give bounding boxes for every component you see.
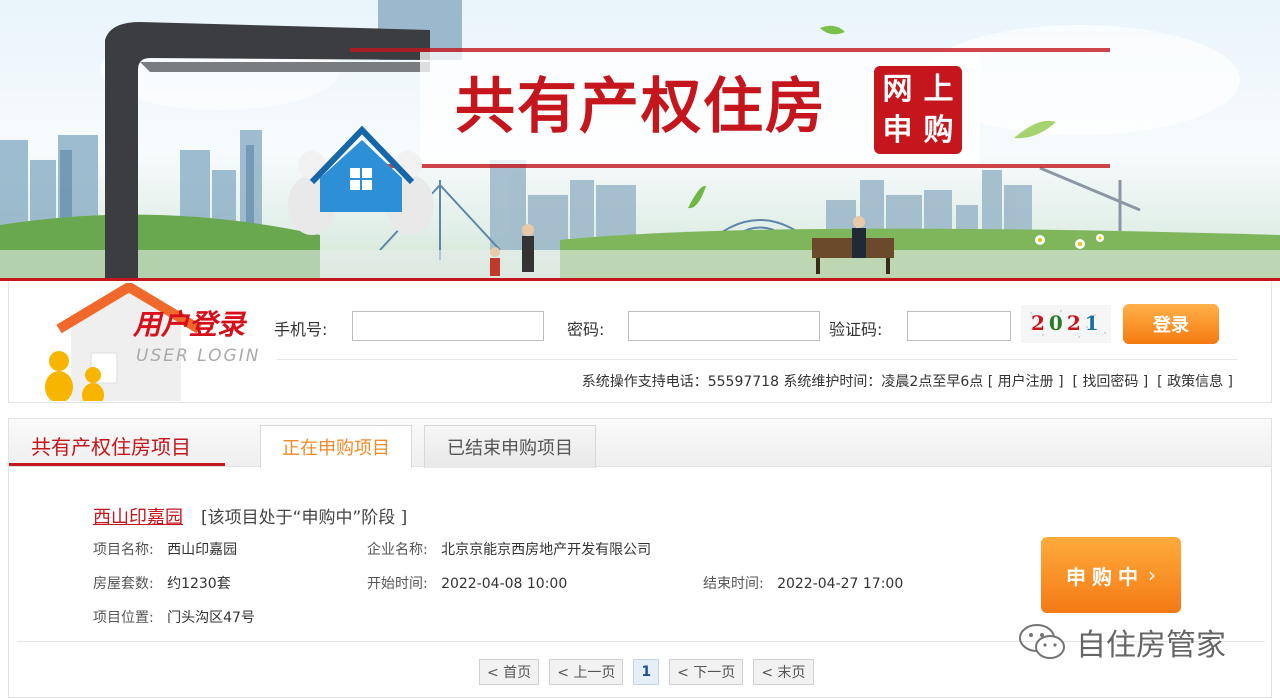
- page-next-button[interactable]: < 下一页: [669, 659, 744, 685]
- badge-char: 上: [923, 71, 954, 107]
- field-label: 项目位置:: [93, 610, 154, 626]
- page-prev-button[interactable]: < 上一页: [549, 659, 624, 685]
- field-value: 门头沟区47号: [167, 610, 255, 626]
- project-tabbar: 共有产权住房项目 正在申购项目 已结束申购项目: [9, 419, 1271, 468]
- app-root: 共有产权住房 网 上 申 购 用户登录 USER LOGIN 手机号: 密码:: [0, 0, 1280, 698]
- captcha-char: 2: [1031, 311, 1047, 335]
- field-value: 2022-04-08 10:00: [441, 576, 568, 592]
- watermark-text: 自住房管家: [1076, 628, 1226, 663]
- chevron-right-icon: ›: [1148, 563, 1156, 587]
- field-label: 结束时间:: [703, 576, 764, 592]
- header-banner: 共有产权住房 网 上 申 购: [0, 0, 1280, 278]
- badge-char: 申: [882, 112, 913, 148]
- start-time-row: 开始时间: 2022-04-08 10:00: [367, 573, 567, 593]
- field-label: 企业名称:: [367, 542, 428, 558]
- captcha-char: 1: [1084, 311, 1101, 335]
- company-row: 企业名称: 北京京能京西房地产开发有限公司: [367, 539, 651, 559]
- pagination: < 首页 < 上一页 1 < 下一页 < 末页: [479, 659, 814, 685]
- field-label: 开始时间:: [367, 576, 428, 592]
- project-name-row: 项目名称: 西山印嘉园: [93, 539, 237, 559]
- badge-char: 购: [923, 112, 954, 148]
- support-text: 系统操作支持电话：55597718 系统维护时间：凌晨2点至早6点: [581, 374, 984, 390]
- login-logo-title: 用户登录: [133, 308, 246, 341]
- captcha-label: 验证码:: [829, 320, 883, 339]
- register-link[interactable]: [ 用户注册 ]: [988, 374, 1064, 390]
- panel-title: 共有产权住房项目: [31, 435, 191, 459]
- page-current[interactable]: 1: [633, 659, 660, 685]
- password-label: 密码:: [567, 320, 605, 339]
- apply-status-button[interactable]: 申购中 ›: [1041, 537, 1181, 613]
- end-time-row: 结束时间: 2022-04-27 17:00: [703, 573, 903, 593]
- units-row: 房屋套数: 约1230套: [93, 573, 231, 593]
- support-info: 系统操作支持电话：55597718 系统维护时间：凌晨2点至早6点 [ 用户注册…: [582, 371, 1233, 391]
- watermark: 自住房管家: [1018, 620, 1226, 664]
- password-input[interactable]: [628, 311, 820, 341]
- tab-ongoing-projects[interactable]: 正在申购项目: [260, 425, 412, 468]
- badge-char: 网: [882, 71, 913, 107]
- project-name-link[interactable]: 西山印嘉园: [93, 503, 183, 529]
- tab-ended-projects[interactable]: 已结束申购项目: [424, 425, 596, 468]
- field-label: 房屋套数:: [93, 576, 154, 592]
- phone-input[interactable]: [352, 311, 544, 341]
- login-logo-subtitle: USER LOGIN: [136, 346, 261, 366]
- captcha-char: 0: [1048, 311, 1065, 335]
- captcha-input[interactable]: [907, 311, 1011, 341]
- field-value: 约1230套: [167, 576, 231, 592]
- panel-title-underline: [9, 463, 225, 466]
- banner-title: 共有产权住房: [455, 72, 827, 142]
- user-login-logo: 用户登录 USER LOGIN: [31, 282, 258, 407]
- field-value: 西山印嘉园: [167, 542, 238, 558]
- login-bar: 用户登录 USER LOGIN 手机号: 密码: 验证码: 2 0 2 1 登录…: [8, 281, 1272, 407]
- login-button[interactable]: 登录: [1123, 304, 1219, 344]
- field-label: 项目名称:: [93, 542, 154, 558]
- find-password-link[interactable]: [ 找回密码 ]: [1072, 374, 1148, 390]
- location-row: 项目位置: 门头沟区47号: [93, 607, 255, 627]
- project-stage-text: [该项目处于“申购中”阶段 ]: [201, 508, 408, 528]
- login-divider: [277, 359, 1237, 360]
- wechat-icon: [1019, 624, 1065, 659]
- field-value: 2022-04-27 17:00: [777, 576, 904, 592]
- banner-badge-online-apply: 网 上 申 购: [874, 66, 962, 154]
- page-last-button[interactable]: < 末页: [753, 659, 814, 685]
- field-value: 北京京能京西房地产开发有限公司: [441, 542, 652, 558]
- captcha-image[interactable]: 2 0 2 1: [1021, 305, 1111, 343]
- apply-status-label: 申购中: [1066, 564, 1144, 589]
- policy-link[interactable]: [ 政策信息 ]: [1157, 374, 1233, 390]
- captcha-char: 2: [1066, 311, 1083, 335]
- page-first-button[interactable]: < 首页: [479, 659, 540, 685]
- phone-label: 手机号:: [274, 320, 328, 339]
